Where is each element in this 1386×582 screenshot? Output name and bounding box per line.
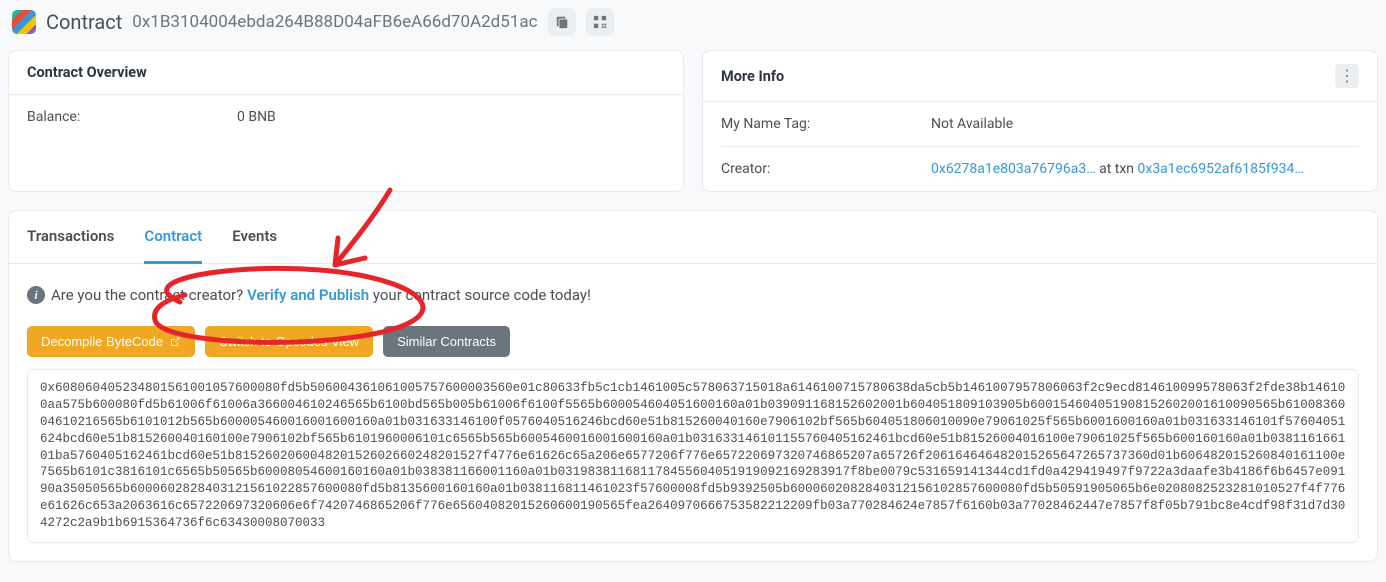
contract-identicon [12,10,36,34]
verify-publish-prompt: i Are you the contract creator? Verify a… [27,286,1359,304]
creator-link[interactable]: 0x6278a1e803a76796a3… [931,161,1096,177]
tab-events[interactable]: Events [232,211,277,264]
at-txn-text: at txn [1099,161,1137,177]
verify-prefix: Are you the contract creator? [51,286,247,304]
copy-address-button[interactable] [548,8,576,36]
verify-publish-link[interactable]: Verify and Publish [247,286,369,304]
tab-contract[interactable]: Contract [144,211,202,264]
button-row: Decompile ByteCode Switch to Opcodes Vie… [27,326,1359,357]
page-title: Contract [46,10,122,34]
contract-address: 0x1B3104004ebda264B88D04aFB6eA66d70A2d51… [132,12,537,32]
qr-icon [593,15,607,29]
bytecode-box[interactable]: 0x608060405234801561001057600080fd5b5060… [27,369,1359,543]
more-info-card: More Info ⋮ My Name Tag: Not Available C… [702,50,1378,192]
balance-label: Balance: [27,109,237,125]
card-title: More Info [721,68,784,85]
external-link-icon [169,336,181,348]
copy-icon [555,15,569,29]
kebab-icon: ⋮ [1339,66,1355,86]
name-tag-label: My Name Tag: [721,116,931,132]
decompile-button[interactable]: Decompile ByteCode [27,326,195,357]
balance-value: 0 BNB [237,109,665,125]
name-tag-row: My Name Tag: Not Available [721,102,1359,146]
tab-transactions[interactable]: Transactions [27,211,114,264]
contract-tabs-card: Transactions Contract Events i Are you t… [8,210,1378,562]
info-icon: i [27,286,45,304]
txn-link[interactable]: 0x3a1ec6952af6185f934… [1138,161,1304,177]
contract-overview-card: Contract Overview Balance: 0 BNB [8,50,684,192]
verify-suffix: your contract source code today! [369,286,591,304]
opcodes-button[interactable]: Switch to Opcodes View [205,326,373,357]
similar-contracts-button[interactable]: Similar Contracts [383,326,510,357]
page-header: Contract 0x1B3104004ebda264B88D04aFB6eA6… [8,8,1378,36]
more-options-button[interactable]: ⋮ [1335,64,1359,88]
balance-row: Balance: 0 BNB [27,95,665,139]
tabs-list: Transactions Contract Events [9,211,1377,264]
creator-label: Creator: [721,161,931,177]
creator-row: Creator: 0x6278a1e803a76796a3… at txn 0x… [721,146,1359,191]
card-title: Contract Overview [27,64,147,81]
name-tag-value: Not Available [931,116,1359,132]
qr-button[interactable] [586,8,614,36]
